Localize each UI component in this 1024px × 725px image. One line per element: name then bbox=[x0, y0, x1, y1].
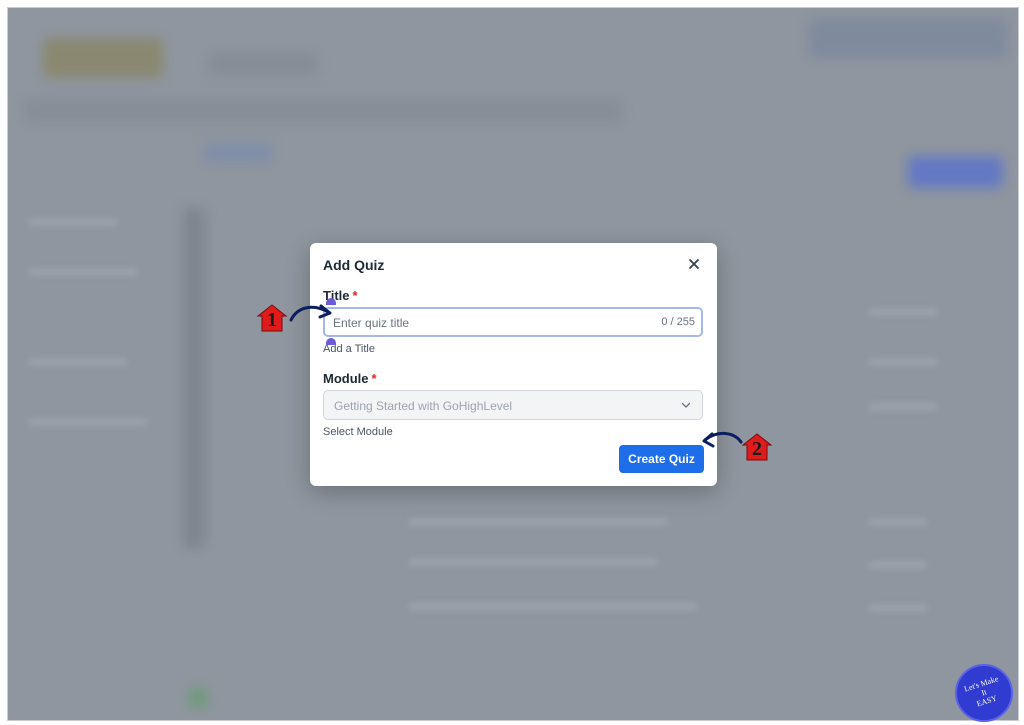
module-label-text: Module bbox=[323, 371, 369, 386]
blurred-row bbox=[28, 268, 138, 276]
blurred-badge bbox=[188, 688, 208, 708]
step-1-marker: 1 bbox=[255, 303, 289, 333]
chevron-down-icon bbox=[681, 402, 691, 408]
blurred-sidebar bbox=[183, 208, 205, 548]
blurred-row bbox=[868, 561, 928, 569]
blurred-row bbox=[28, 418, 148, 426]
blurred-row bbox=[868, 518, 928, 526]
blurred-row bbox=[28, 358, 128, 366]
step-2-marker: 2 bbox=[740, 432, 774, 462]
step-2-arrow-icon bbox=[702, 432, 743, 448]
watermark-logo: Let's Make It EASY bbox=[955, 664, 1013, 722]
step-1-number: 1 bbox=[267, 309, 277, 331]
blurred-row bbox=[868, 308, 938, 316]
required-mark: * bbox=[352, 288, 358, 303]
blurred-tab bbox=[203, 143, 273, 163]
caret-handle-bottom bbox=[326, 338, 336, 345]
blurred-nav bbox=[208, 53, 318, 75]
add-quiz-dialog: Add Quiz Title* 0 / 255 Add a Title Modu… bbox=[310, 243, 717, 486]
step-1-arrow-icon bbox=[289, 304, 332, 322]
blurred-row bbox=[868, 358, 938, 366]
module-select[interactable]: Getting Started with GoHighLevel bbox=[323, 390, 703, 420]
blurred-row bbox=[408, 603, 698, 611]
step-2-number: 2 bbox=[752, 438, 762, 460]
module-helper-text: Select Module bbox=[323, 426, 393, 438]
close-icon bbox=[689, 259, 699, 269]
dialog-title: Add Quiz bbox=[323, 257, 385, 273]
blurred-header-bar bbox=[23, 98, 623, 124]
blurred-toolbar-icons bbox=[808, 18, 1008, 58]
character-counter: 0 / 255 bbox=[661, 316, 695, 328]
blurred-logo bbox=[43, 38, 163, 78]
blurred-row bbox=[868, 403, 938, 411]
blurred-primary-button bbox=[908, 156, 1003, 188]
blurred-row bbox=[408, 518, 668, 526]
logo-text: Let's Make It EASY bbox=[954, 671, 1014, 713]
close-button[interactable] bbox=[685, 255, 703, 273]
title-input-wrapper[interactable]: 0 / 255 bbox=[323, 307, 703, 337]
required-mark: * bbox=[371, 371, 377, 386]
blurred-row bbox=[28, 218, 118, 226]
create-quiz-button[interactable]: Create Quiz bbox=[619, 445, 704, 473]
blurred-row bbox=[868, 604, 928, 612]
module-field-label: Module * bbox=[323, 371, 377, 386]
module-selected-value: Getting Started with GoHighLevel bbox=[334, 399, 513, 413]
quiz-title-input[interactable] bbox=[331, 313, 645, 333]
blurred-row bbox=[408, 558, 658, 566]
